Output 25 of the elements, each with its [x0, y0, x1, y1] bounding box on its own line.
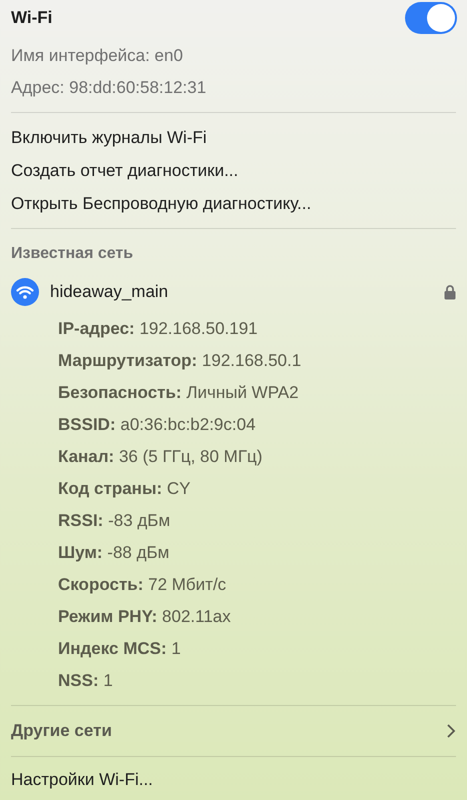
detail-text: Режим PHY: 802.11ax — [58, 607, 231, 627]
detail-text: IP-адрес: 192.168.50.191 — [58, 319, 258, 339]
detail-text: Индекс MCS: 1 — [58, 639, 181, 659]
wifi-toggle[interactable] — [405, 2, 457, 34]
info-text: Имя интерфейса: en0 — [11, 46, 183, 66]
menu-item[interactable]: Настройки Wi-Fi... — [11, 770, 153, 790]
detail-text: Шум: -88 дБм — [58, 543, 170, 563]
menu-item[interactable]: Открыть Беспроводную диагностику... — [11, 194, 312, 214]
menu-item[interactable]: Включить журналы Wi-Fi — [11, 128, 207, 148]
detail-text: Маршрутизатор: 192.168.50.1 — [58, 351, 302, 371]
section-header: Известная сеть — [11, 245, 134, 263]
menu-item[interactable]: Создать отчет диагностики... — [11, 160, 238, 180]
wifi-icon — [11, 278, 39, 306]
detail-text: Безопасность: Личный WPA2 — [58, 383, 299, 403]
detail-text: NSS: 1 — [58, 671, 113, 691]
submenu-label: Другие сети — [11, 721, 112, 741]
menu-title: Wi-Fi — [11, 8, 52, 28]
submenu-item[interactable]: Другие сети — [0, 714, 467, 748]
info-text: Адрес: 98:dd:60:58:12:31 — [11, 78, 206, 98]
network-name[interactable]: hideaway_main — [50, 282, 433, 302]
detail-text: Канал: 36 (5 ГГц, 80 МГц) — [58, 447, 262, 467]
detail-text: Код страны: CY — [58, 479, 190, 499]
detail-text: RSSI: -83 дБм — [58, 511, 170, 531]
detail-text: Скорость: 72 Мбит/с — [58, 575, 226, 595]
detail-text: BSSID: a0:36:bc:b2:9c:04 — [58, 415, 256, 435]
